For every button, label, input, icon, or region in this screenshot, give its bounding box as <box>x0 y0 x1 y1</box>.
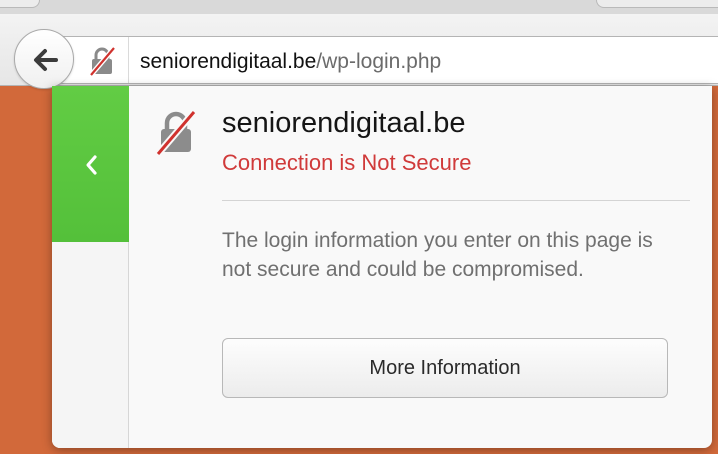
chevron-left-icon <box>86 155 97 175</box>
more-information-button[interactable]: More Information <box>222 338 668 398</box>
panel-back-button[interactable] <box>52 86 129 242</box>
back-arrow-icon <box>34 49 58 71</box>
panel-host-title: seniorendigitaal.be <box>222 107 466 139</box>
connection-status: Connection is Not Secure <box>222 150 472 175</box>
panel-sidebar <box>52 86 129 448</box>
url-bar[interactable]: seniorendigitaal.be/wp-login.php <box>56 36 718 84</box>
url-domain: seniorendigitaal.be <box>140 50 317 73</box>
url-text[interactable]: seniorendigitaal.be/wp-login.php <box>140 49 441 75</box>
url-bar-separator <box>128 37 129 83</box>
navigation-toolbar: seniorendigitaal.be/wp-login.php <box>0 14 718 89</box>
insecure-lock-icon <box>89 46 116 77</box>
panel-divider <box>222 200 690 201</box>
insecure-lock-icon <box>155 109 197 157</box>
tab-edge-right[interactable] <box>596 0 718 8</box>
security-warning-text: The login information you enter on this … <box>222 229 653 281</box>
tab-edge-left[interactable] <box>0 0 40 8</box>
identity-popup-panel: seniorendigitaal.be Connection is Not Se… <box>52 86 712 448</box>
panel-lock <box>154 108 200 157</box>
url-path: /wp-login.php <box>316 50 442 73</box>
back-button[interactable] <box>14 29 74 89</box>
site-identity-button[interactable] <box>85 45 125 77</box>
